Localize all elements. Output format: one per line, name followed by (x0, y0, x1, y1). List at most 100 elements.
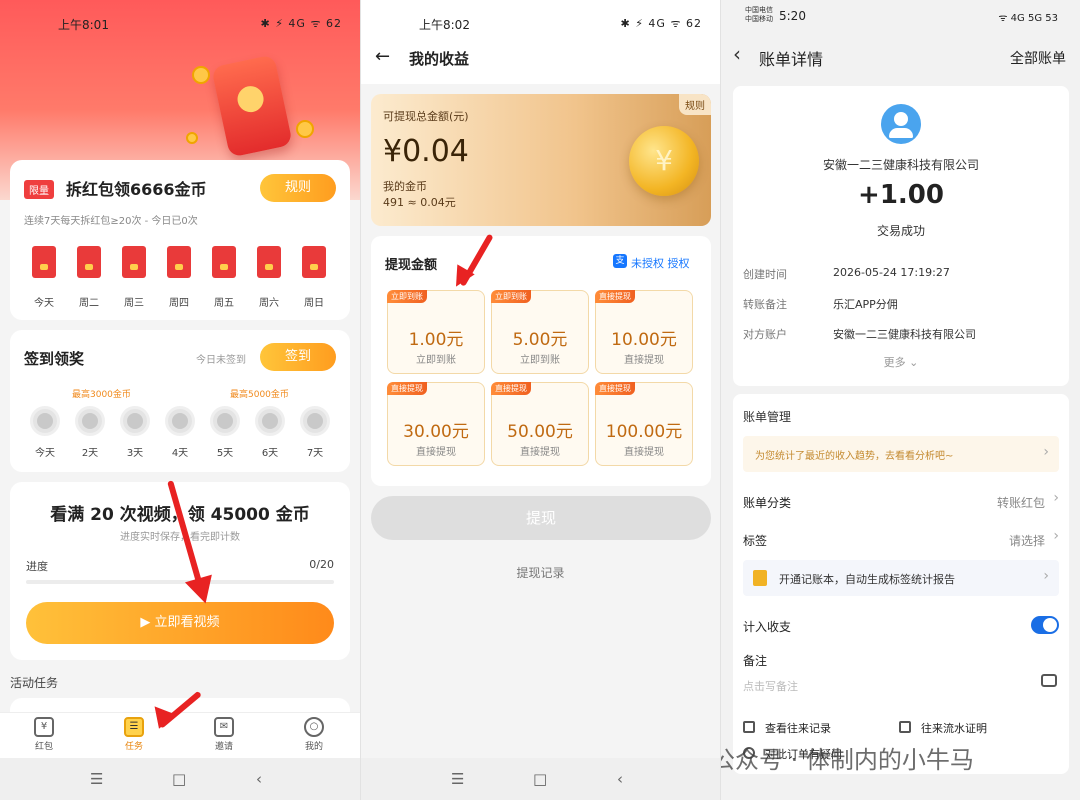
menu-icon[interactable]: ☰ (90, 770, 103, 788)
more-toggle[interactable]: 更多 ⌄ (733, 354, 1069, 370)
tab-redpacket[interactable]: ¥ 红包 (14, 717, 74, 752)
envelope-day-label: 周五 (214, 298, 234, 309)
amount-option[interactable]: 直接提现 10.00元 直接提现 (595, 290, 693, 374)
bill-management-title: 账单管理 (743, 410, 792, 424)
reward-max-5000: 最高5000金币 (230, 390, 289, 400)
system-nav-bar: ☰ □ ‹ (0, 758, 360, 800)
records-icon (743, 721, 755, 733)
proof-icon (899, 721, 911, 733)
red-envelope-icon[interactable] (212, 246, 236, 278)
red-envelope-icon[interactable] (32, 246, 56, 278)
amount-option[interactable]: 立即到账 5.00元 立即到账 (491, 290, 589, 374)
category-label: 账单分类 (743, 496, 792, 510)
status-bar: 中国电信 中国移动 5:20 ᯤ 4G 5G 53 (721, 0, 1080, 34)
signin-day-label: 5天 (216, 448, 234, 459)
home-icon[interactable]: □ (172, 770, 186, 788)
signin-day-icon (75, 406, 105, 436)
envelope-day-label: 周二 (79, 298, 99, 309)
option-subtitle: 立即到账 (520, 355, 560, 366)
status-time: 上午8:01 (58, 18, 109, 32)
option-badge: 直接提现 (595, 290, 635, 303)
option-amount: 10.00元 (611, 330, 677, 350)
red-envelope-icon[interactable] (167, 246, 191, 278)
amount-option[interactable]: 立即到账 1.00元 立即到账 (387, 290, 485, 374)
counterparty-name: 安徽一二三健康科技有限公司 (822, 158, 979, 172)
withdrawable-amount: ¥0.04 (383, 134, 469, 169)
rules-link[interactable]: 规则 (679, 94, 711, 115)
watermark: 公众号 · 体制内的小牛马 (721, 740, 1051, 774)
red-envelope-icon[interactable] (77, 246, 101, 278)
bottom-tab-bar: ¥ 红包 ☰ 任务 ✉ 邀请 ○ 我的 (0, 712, 360, 758)
tab-label: 我的 (304, 742, 323, 752)
option-amount: 5.00元 (512, 330, 568, 350)
video-task-subtitle: 进度实时保存，看完即计数 (120, 532, 240, 543)
yuan-coin-icon: ¥ (629, 126, 699, 196)
panel-tasks: 上午8:01 ✱ ⚡ 4G ᯤ 62 限量 拆红包领6666金币 规则 连续7天… (0, 0, 360, 800)
all-bills-link[interactable]: 全部账单 (1010, 48, 1066, 68)
camera-icon[interactable] (1041, 674, 1057, 687)
trend-tip[interactable]: 为您统计了最近的收入趋势，去看看分析吧~ › (743, 436, 1059, 472)
amount-option[interactable]: 直接提现 100.00元 直接提现 (595, 382, 693, 466)
back-icon[interactable]: ‹ (617, 770, 623, 788)
signin-day-icon (30, 406, 60, 436)
back-icon[interactable]: ‹ (256, 770, 262, 788)
red-envelope-icon[interactable] (302, 246, 326, 278)
menu-icon[interactable]: ☰ (451, 770, 464, 788)
authorize-link[interactable]: 未授权 授权 (631, 255, 690, 271)
category-value[interactable]: 转账红包 (997, 494, 1045, 511)
signin-day-icon (300, 406, 330, 436)
rules-button[interactable]: 规则 (260, 174, 336, 202)
reward-max-3000: 最高3000金币 (72, 390, 131, 400)
status-icons: ✱ ⚡ 4G ᯤ 62 (260, 17, 342, 30)
tag-label: 标签 (743, 534, 768, 548)
withdraw-button[interactable]: 提现 (371, 496, 711, 540)
option-badge: 直接提现 (491, 382, 531, 395)
signin-day-icon (165, 406, 195, 436)
back-chevron-icon[interactable]: ‹ (733, 42, 741, 66)
tag-select[interactable]: 请选择 (1009, 532, 1045, 549)
status-bar: 上午8:02 ✱ ⚡ 4G ᯤ 62 (361, 0, 720, 34)
income-toggle[interactable] (1031, 616, 1059, 634)
signin-button[interactable]: 签到 (260, 343, 336, 371)
chevron-right-icon: › (1053, 490, 1059, 506)
option-amount: 100.00元 (605, 422, 683, 442)
red-envelope-icon[interactable] (122, 246, 146, 278)
envelope-day-label: 周日 (304, 298, 324, 309)
promo-card: 限量 拆红包领6666金币 规则 连续7天每天拆红包≥20次 - 今日已0次 今… (10, 160, 350, 320)
notebook-icon (753, 570, 767, 586)
signin-day-icon (120, 406, 150, 436)
option-subtitle: 直接提现 (624, 447, 664, 458)
flow-proof-link[interactable]: 往来流水证明 (921, 720, 987, 736)
option-subtitle: 立即到账 (416, 355, 456, 366)
promo-subtitle: 连续7天每天拆红包≥20次 - 今日已0次 (24, 216, 198, 227)
signin-status: 今日未签到 (196, 355, 246, 366)
withdrawable-label: 可提现总金额(元) (383, 110, 469, 123)
back-arrow-icon[interactable]: ← (375, 46, 390, 67)
withdraw-records-link[interactable]: 提现记录 (361, 564, 720, 581)
signin-card: 签到领奖 今日未签到 签到 最高3000金币 最高5000金币 今天 2天 3天 4天… (10, 330, 350, 472)
tab-mine[interactable]: ○ 我的 (284, 717, 344, 752)
view-records-link[interactable]: 查看往来记录 (765, 720, 831, 736)
status-bar: 上午8:01 ✱ ⚡ 4G ᯤ 62 (0, 0, 360, 34)
detail-key: 对方账户 (743, 328, 787, 341)
detail-value: 安徽一二三健康科技有限公司 (833, 328, 976, 341)
red-envelope-icon[interactable] (257, 246, 281, 278)
amount-option[interactable]: 直接提现 50.00元 直接提现 (491, 382, 589, 466)
tab-invite[interactable]: ✉ 邀请 (194, 717, 254, 752)
panel-bill-detail: 中国电信 中国移动 5:20 ᯤ 4G 5G 53 ‹ 账单详情 全部账单 安徽… (720, 0, 1080, 800)
signin-day-label: 今天 (35, 448, 55, 459)
notebook-tip[interactable]: 开通记账本，自动生成标签统计报告 › (743, 560, 1059, 596)
note-input[interactable]: 点击写备注 (743, 678, 798, 694)
amount-option[interactable]: 直接提现 30.00元 直接提现 (387, 382, 485, 466)
chevron-right-icon: › (1043, 568, 1049, 584)
signin-day-label: 2天 (81, 448, 99, 459)
watch-video-button[interactable]: ▶ 立即看视频 (26, 602, 334, 644)
user-icon: ○ (304, 717, 324, 737)
option-subtitle: 直接提现 (624, 355, 664, 366)
signin-day-label: 4天 (171, 448, 189, 459)
limited-tag: 限量 (24, 180, 54, 199)
home-icon[interactable]: □ (533, 770, 547, 788)
envelope-day-label: 周四 (169, 298, 189, 309)
tab-label: 任务 (124, 742, 143, 752)
signin-day-label: 7天 (306, 448, 324, 459)
